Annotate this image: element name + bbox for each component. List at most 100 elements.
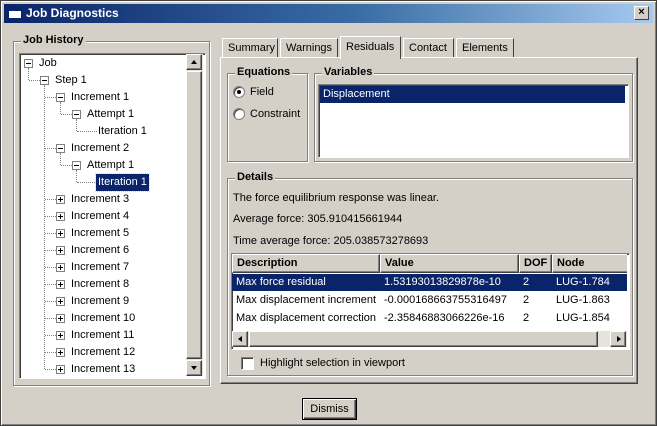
tree-item-label: Increment 6 bbox=[71, 244, 130, 256]
close-button[interactable]: × bbox=[634, 6, 649, 20]
constraint-radio[interactable] bbox=[233, 108, 245, 120]
expand-icon[interactable] bbox=[56, 263, 65, 272]
tree-item[interactable]: Step 1 bbox=[20, 72, 186, 89]
tree-branch-line bbox=[45, 250, 56, 251]
tree-item[interactable]: Attempt 1 bbox=[20, 157, 186, 174]
tree-item-label: Attempt 1 bbox=[87, 159, 135, 171]
table-cell[interactable]: 1.53193013829878e-10 bbox=[380, 274, 519, 291]
tree-item[interactable]: Increment 3 bbox=[20, 191, 186, 208]
tree-branch-line bbox=[77, 131, 97, 132]
expand-icon[interactable] bbox=[56, 297, 65, 306]
expand-icon[interactable] bbox=[56, 280, 65, 289]
time-average-force-text: Time average force: 205.038573278693 bbox=[233, 235, 429, 247]
tree-item-label: Increment 5 bbox=[71, 227, 130, 239]
column-header-value[interactable]: Value bbox=[380, 254, 519, 273]
tree-item[interactable]: Iteration 1 bbox=[20, 123, 186, 140]
tree-branch-line bbox=[45, 301, 56, 302]
expand-icon[interactable] bbox=[56, 314, 65, 323]
table-cell[interactable]: LUG-1.784 bbox=[552, 274, 627, 291]
field-radio[interactable] bbox=[233, 86, 245, 98]
table-cell[interactable]: -2.35846883066226e-16 bbox=[380, 310, 519, 327]
scroll-down-arrow-icon[interactable] bbox=[186, 360, 202, 376]
table-horizontal-scrollbar[interactable] bbox=[232, 331, 627, 347]
collapse-icon[interactable] bbox=[24, 59, 33, 68]
tab-contact[interactable]: Contact bbox=[403, 38, 454, 58]
tree-item[interactable]: Attempt 1 bbox=[20, 106, 186, 123]
variables-list[interactable]: Displacement bbox=[318, 84, 629, 158]
tree-item[interactable]: Job bbox=[20, 55, 186, 72]
table-cell[interactable]: 2 bbox=[519, 292, 552, 309]
tree-item[interactable]: Increment 10 bbox=[20, 310, 186, 327]
average-force-text: Average force: 305.910415661944 bbox=[233, 213, 403, 225]
table-cell[interactable]: Max force residual bbox=[232, 274, 380, 291]
tree-item[interactable]: Increment 4 bbox=[20, 208, 186, 225]
residuals-tab-panel: Equations Field Constraint Variables Dis… bbox=[220, 57, 638, 384]
residuals-table[interactable]: Description Value DOF Node Max force residua… bbox=[231, 253, 630, 350]
scroll-up-arrow-icon[interactable] bbox=[186, 54, 202, 70]
column-header-dof[interactable]: DOF bbox=[519, 254, 552, 273]
expand-icon[interactable] bbox=[56, 246, 65, 255]
tree-item[interactable]: Increment 6 bbox=[20, 242, 186, 259]
tree-item[interactable]: Increment 8 bbox=[20, 276, 186, 293]
tree-item[interactable]: Increment 1 bbox=[20, 89, 186, 106]
scroll-right-arrow-icon[interactable] bbox=[610, 331, 626, 347]
tree-item[interactable]: Increment 13 bbox=[20, 361, 186, 376]
expand-icon[interactable] bbox=[56, 365, 65, 374]
window-title: Job Diagnostics bbox=[26, 6, 119, 20]
tree-item-label: Increment 12 bbox=[71, 346, 136, 358]
collapse-icon[interactable] bbox=[40, 76, 49, 85]
collapse-icon[interactable] bbox=[56, 93, 65, 102]
tree-item[interactable]: Increment 5 bbox=[20, 225, 186, 242]
variables-list-item[interactable]: Displacement bbox=[320, 86, 625, 103]
table-cell[interactable]: 2 bbox=[519, 310, 552, 327]
collapse-icon[interactable] bbox=[56, 144, 65, 153]
title-bar: Job Diagnostics × bbox=[4, 4, 653, 23]
collapse-icon[interactable] bbox=[72, 161, 81, 170]
column-header-description[interactable]: Description bbox=[232, 254, 380, 273]
expand-icon[interactable] bbox=[56, 195, 65, 204]
table-cell[interactable]: Max displacement correction bbox=[232, 310, 380, 327]
tree-item[interactable]: Iteration 1 bbox=[20, 173, 186, 192]
tree-item[interactable]: Increment 9 bbox=[20, 293, 186, 310]
tree-branch-line bbox=[45, 199, 56, 200]
tab-residuals[interactable]: Residuals bbox=[340, 36, 401, 59]
window-icon bbox=[8, 7, 22, 19]
tree-branch-line bbox=[77, 182, 97, 183]
tree-item-label: Increment 4 bbox=[71, 210, 130, 222]
collapse-icon[interactable] bbox=[72, 110, 81, 119]
tree-branch-line bbox=[29, 80, 40, 81]
scroll-left-arrow-icon[interactable] bbox=[232, 331, 248, 347]
table-cell[interactable]: 2 bbox=[519, 274, 552, 291]
table-cell[interactable]: LUG-1.854 bbox=[552, 310, 627, 327]
tree-item-label: Iteration 1 bbox=[98, 125, 147, 137]
table-cell[interactable]: Max displacement increment bbox=[232, 292, 380, 309]
highlight-selection-checkbox[interactable] bbox=[241, 357, 254, 370]
column-header-node[interactable]: Node bbox=[552, 254, 627, 273]
tab-warnings[interactable]: Warnings bbox=[280, 38, 338, 58]
tree-item-label: Increment 7 bbox=[71, 261, 130, 273]
table-scroll-thumb[interactable] bbox=[249, 331, 598, 347]
variables-legend: Variables bbox=[322, 66, 375, 78]
tree-item[interactable]: Increment 2 bbox=[20, 140, 186, 157]
tree-branch-line bbox=[45, 352, 56, 353]
tree-item-label: Increment 8 bbox=[71, 278, 130, 290]
job-history-tree[interactable]: Job Step 1 Increment 1 Attempt 1 Iteration 1… bbox=[19, 53, 206, 379]
expand-icon[interactable] bbox=[56, 348, 65, 357]
tab-summary[interactable]: Summary bbox=[222, 38, 278, 58]
tree-scroll-thumb[interactable] bbox=[186, 71, 202, 359]
expand-icon[interactable] bbox=[56, 331, 65, 340]
table-cell[interactable]: LUG-1.863 bbox=[552, 292, 627, 309]
dismiss-button[interactable]: Dismiss bbox=[302, 398, 357, 420]
tree-branch-line bbox=[61, 114, 72, 115]
tab-elements[interactable]: Elements bbox=[456, 38, 514, 58]
tree-item[interactable]: Increment 11 bbox=[20, 327, 186, 344]
tree-branch-line bbox=[45, 284, 56, 285]
tree-item-label: Increment 2 bbox=[71, 142, 130, 154]
tree-item[interactable]: Increment 7 bbox=[20, 259, 186, 276]
residuals-table-content: Description Value DOF Node Max force residua… bbox=[232, 254, 627, 330]
table-cell[interactable]: -0.000168663755316497 bbox=[380, 292, 519, 309]
expand-icon[interactable] bbox=[56, 229, 65, 238]
expand-icon[interactable] bbox=[56, 212, 65, 221]
tree-vertical-scrollbar[interactable] bbox=[186, 54, 203, 376]
tree-item[interactable]: Increment 12 bbox=[20, 344, 186, 361]
